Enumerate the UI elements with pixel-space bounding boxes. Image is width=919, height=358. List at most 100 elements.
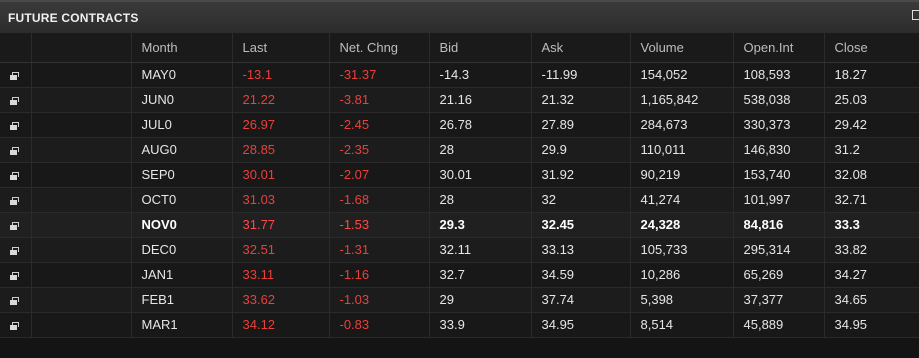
- popout-window-icon[interactable]: [10, 196, 20, 205]
- row-icon-cell[interactable]: [0, 137, 32, 163]
- cell-bid: 28: [429, 187, 532, 213]
- cell-last: 32.51: [232, 237, 330, 263]
- row-blank-cell: [31, 62, 132, 88]
- cell-month: DEC0: [131, 237, 233, 263]
- popout-window-icon[interactable]: [10, 146, 20, 155]
- cell-volume: 154,052: [630, 62, 734, 88]
- table-row[interactable]: NOV0 31.77 -1.53 29.3 32.45 24,328 84,816 33.3: [0, 212, 919, 238]
- cell-month: OCT0: [131, 187, 233, 213]
- row-icon-cell[interactable]: [0, 162, 32, 188]
- popout-window-icon[interactable]: [10, 96, 20, 105]
- header-blank-col: [31, 33, 132, 63]
- popout-window-icon[interactable]: [10, 246, 20, 255]
- header-ask[interactable]: Ask: [531, 33, 631, 63]
- header-month[interactable]: Month: [131, 33, 233, 63]
- table-row[interactable]: JUN0 21.22 -3.81 21.16 21.32 1,165,842 538,038…: [0, 87, 919, 113]
- cell-ask: 34.95: [531, 312, 631, 338]
- cell-bid: 32.11: [429, 237, 532, 263]
- cell-volume: 10,286: [630, 262, 734, 288]
- cell-net-chng: -1.03: [329, 287, 430, 313]
- cell-volume: 110,011: [630, 137, 734, 163]
- cell-close: 33.3: [824, 212, 919, 238]
- future-contracts-panel: FUTURE CONTRACTS Month Last Net. Chng Bi…: [0, 0, 919, 358]
- cell-volume: 1,165,842: [630, 87, 734, 113]
- cell-ask: 32.45: [531, 212, 631, 238]
- table-row[interactable]: SEP0 30.01 -2.07 30.01 31.92 90,219 153,740 32.…: [0, 162, 919, 188]
- popout-window-icon[interactable]: [10, 71, 20, 80]
- cell-net-chng: -1.16: [329, 262, 430, 288]
- cell-month: JUL0: [131, 112, 233, 138]
- table-row[interactable]: AUG0 28.85 -2.35 28 29.9 110,011 146,830 31.2: [0, 137, 919, 163]
- cell-ask: 29.9: [531, 137, 631, 163]
- cell-close: 33.82: [824, 237, 919, 263]
- cell-month: AUG0: [131, 137, 233, 163]
- popout-icon[interactable]: [912, 10, 919, 20]
- table-row[interactable]: MAY0 -13.1 -31.37 -14.3 -11.99 154,052 108,593…: [0, 62, 919, 88]
- cell-open-int: 65,269: [733, 262, 825, 288]
- cell-close: 29.42: [824, 112, 919, 138]
- cell-ask: 37.74: [531, 287, 631, 313]
- cell-open-int: 538,038: [733, 87, 825, 113]
- table-row[interactable]: JAN1 33.11 -1.16 32.7 34.59 10,286 65,269 34.27: [0, 262, 919, 288]
- table-row[interactable]: OCT0 31.03 -1.68 28 32 41,274 101,997 32.71: [0, 187, 919, 213]
- row-icon-cell[interactable]: [0, 287, 32, 313]
- header-close[interactable]: Close: [824, 33, 919, 63]
- row-icon-cell[interactable]: [0, 237, 32, 263]
- row-blank-cell: [31, 287, 132, 313]
- cell-bid: 29.3: [429, 212, 532, 238]
- header-bid[interactable]: Bid: [429, 33, 532, 63]
- header-open-int[interactable]: Open.Int: [733, 33, 825, 63]
- header-net-chng[interactable]: Net. Chng: [329, 33, 430, 63]
- cell-close: 34.27: [824, 262, 919, 288]
- row-blank-cell: [31, 212, 132, 238]
- cell-last: 33.11: [232, 262, 330, 288]
- cell-volume: 41,274: [630, 187, 734, 213]
- table-row[interactable]: FEB1 33.62 -1.03 29 37.74 5,398 37,377 34.65: [0, 287, 919, 313]
- cell-open-int: 146,830: [733, 137, 825, 163]
- row-icon-cell[interactable]: [0, 62, 32, 88]
- contracts-table: Month Last Net. Chng Bid Ask Volume Open…: [0, 33, 919, 338]
- cell-close: 34.95: [824, 312, 919, 338]
- popout-window-icon[interactable]: [10, 171, 20, 180]
- cell-last: 34.12: [232, 312, 330, 338]
- row-blank-cell: [31, 112, 132, 138]
- cell-last: -13.1: [232, 62, 330, 88]
- cell-open-int: 108,593: [733, 62, 825, 88]
- cell-bid: 26.78: [429, 112, 532, 138]
- cell-ask: 33.13: [531, 237, 631, 263]
- cell-last: 31.03: [232, 187, 330, 213]
- cell-bid: 30.01: [429, 162, 532, 188]
- row-icon-cell[interactable]: [0, 187, 32, 213]
- cell-open-int: 37,377: [733, 287, 825, 313]
- cell-last: 30.01: [232, 162, 330, 188]
- popout-window-icon[interactable]: [10, 296, 20, 305]
- popout-window-icon[interactable]: [10, 221, 20, 230]
- row-icon-cell[interactable]: [0, 262, 32, 288]
- row-icon-cell[interactable]: [0, 212, 32, 238]
- popout-window-icon[interactable]: [10, 271, 20, 280]
- row-icon-cell[interactable]: [0, 112, 32, 138]
- cell-open-int: 295,314: [733, 237, 825, 263]
- popout-window-icon[interactable]: [10, 121, 20, 130]
- header-volume[interactable]: Volume: [630, 33, 734, 63]
- popout-window-icon[interactable]: [10, 321, 20, 330]
- cell-last: 21.22: [232, 87, 330, 113]
- cell-month: JAN1: [131, 262, 233, 288]
- row-blank-cell: [31, 162, 132, 188]
- cell-bid: 32.7: [429, 262, 532, 288]
- table-row[interactable]: DEC0 32.51 -1.31 32.11 33.13 105,733 295,314 33…: [0, 237, 919, 263]
- row-icon-cell[interactable]: [0, 312, 32, 338]
- cell-net-chng: -31.37: [329, 62, 430, 88]
- table-header-row: Month Last Net. Chng Bid Ask Volume Open…: [0, 33, 919, 63]
- cell-open-int: 153,740: [733, 162, 825, 188]
- cell-close: 18.27: [824, 62, 919, 88]
- cell-net-chng: -2.07: [329, 162, 430, 188]
- cell-net-chng: -1.31: [329, 237, 430, 263]
- table-row[interactable]: MAR1 34.12 -0.83 33.9 34.95 8,514 45,889 34.95: [0, 312, 919, 338]
- table-row[interactable]: JUL0 26.97 -2.45 26.78 27.89 284,673 330,373 29…: [0, 112, 919, 138]
- row-blank-cell: [31, 237, 132, 263]
- cell-bid: 21.16: [429, 87, 532, 113]
- row-icon-cell[interactable]: [0, 87, 32, 113]
- header-last[interactable]: Last: [232, 33, 330, 63]
- row-blank-cell: [31, 187, 132, 213]
